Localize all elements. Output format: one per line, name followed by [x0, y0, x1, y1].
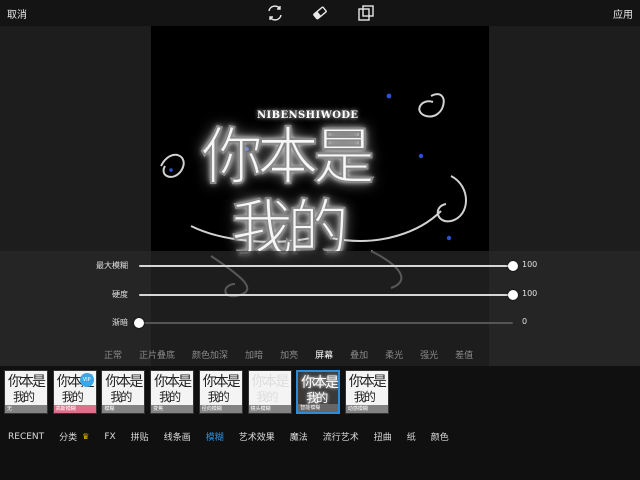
thumbnail-caption: 无: [5, 405, 47, 413]
effect-category-bar: RECENT 分类 ♛ FX 拼贴 线条画 模糊 艺术效果 魔法 流行艺术 扭曲 纸 颜色: [0, 420, 640, 480]
blend-mode-item[interactable]: 柔光: [385, 348, 403, 362]
cancel-button[interactable]: 取消: [7, 6, 27, 21]
blend-mode-list: 正常 正片叠底 颜色加深 加暗 加亮 屏幕 叠加 柔光 强光 差值: [104, 348, 490, 362]
effect-thumbnail[interactable]: 你本是 我的 高斯模糊 VIP: [52, 370, 97, 414]
thumbnail-caption: 智能模糊: [298, 404, 339, 412]
effect-thumbnail[interactable]: 你本是 我的 模糊: [101, 370, 146, 414]
blend-mode-item[interactable]: 加暗: [245, 348, 263, 362]
workspace: NIBENSHIWODE 你本是 我的 最大模糊 100 硬度 100 渐暗 0…: [0, 26, 640, 366]
thumbnail-preview-text: 我的: [159, 390, 181, 404]
slider-track[interactable]: [134, 318, 513, 328]
thumbnail-caption: 变焦: [151, 405, 194, 413]
slider-value: 100: [522, 260, 538, 269]
eraser-icon[interactable]: [311, 4, 329, 22]
thumbnail-preview-text: 我的: [353, 390, 376, 404]
category-list: RECENT 分类 ♛ FX 拼贴 线条画 模糊 艺术效果 魔法 流行艺术 扭曲 纸 颜色: [8, 430, 464, 444]
sparkle-dot: [446, 235, 452, 241]
blend-mode-item[interactable]: 叠加: [350, 348, 368, 362]
blend-mode-item[interactable]: 加亮: [280, 348, 298, 362]
blend-mode-item[interactable]: 差值: [455, 348, 473, 362]
slider-fade: 渐暗 0: [0, 314, 640, 332]
category-tab[interactable]: 扭曲: [374, 430, 392, 443]
effect-thumbnail[interactable]: 你本是 我的 动感模糊: [344, 370, 389, 414]
slider-label: 最大模糊: [96, 261, 128, 270]
effect-thumbnail[interactable]: 你本是 我的 变焦: [150, 370, 195, 414]
thumbnail-preview-text: 我的: [207, 390, 230, 404]
category-tab[interactable]: 分类: [59, 430, 77, 443]
apply-button[interactable]: 应用: [613, 6, 633, 21]
sparkle-dot: [386, 93, 392, 99]
blend-mode-item[interactable]: 正片叠底: [139, 348, 175, 362]
effect-thumbnail[interactable]: 你本是 我的 径向模糊: [198, 370, 243, 414]
category-tab[interactable]: 线条画: [164, 430, 191, 443]
thumbnail-preview-text: 我的: [61, 390, 84, 404]
thumbnail-preview-text: 你本是: [105, 374, 143, 390]
category-tab[interactable]: 拼贴: [131, 430, 149, 443]
crown-icon: ♛: [82, 432, 90, 441]
category-tab[interactable]: 模糊: [206, 430, 224, 443]
thumbnail-preview-text: 你本是: [251, 374, 290, 390]
category-tab[interactable]: 魔法: [290, 430, 308, 443]
slider-hardness: 硬度 100: [0, 286, 640, 304]
thumbnail-preview-text: 我的: [13, 390, 35, 404]
slider-track[interactable]: [139, 290, 518, 300]
slider-label: 渐暗: [112, 318, 128, 327]
category-tab[interactable]: 纸: [407, 430, 416, 443]
slider-track[interactable]: [139, 261, 518, 271]
category-tab[interactable]: 流行艺术: [323, 430, 359, 443]
blend-mode-item[interactable]: 颜色加深: [192, 348, 228, 362]
thumbnail-caption: 镜头模糊: [248, 405, 291, 413]
sparkle-dot: [169, 168, 173, 172]
slider-knob[interactable]: [508, 290, 518, 300]
category-tab[interactable]: RECENT: [8, 432, 44, 442]
slider-value: 0: [522, 317, 528, 326]
vip-badge: VIP: [79, 373, 94, 387]
slider-max-blur: 最大模糊 100: [0, 257, 640, 275]
category-tab[interactable]: FX: [104, 432, 115, 442]
effect-thumbnail[interactable]: 你本是 我的 镜头模糊: [247, 370, 292, 414]
thumbnail-caption: 高斯模糊: [53, 405, 96, 413]
thumbnail-preview-text: 你本是: [8, 374, 46, 390]
thumbnail-preview-text: 你本是: [348, 374, 387, 390]
swap-icon[interactable]: [266, 4, 284, 22]
thumbnail-caption: 径向模糊: [199, 405, 242, 413]
sparkle-dot: [418, 153, 424, 159]
slider-knob[interactable]: [134, 318, 144, 328]
thumbnail-caption: 动感模糊: [345, 405, 388, 413]
blend-mode-item[interactable]: 屏幕: [315, 348, 333, 362]
slider-fill: [139, 294, 513, 296]
blend-mode-item[interactable]: 正常: [104, 348, 122, 362]
category-tab[interactable]: 艺术效果: [239, 430, 275, 443]
thumbnail-preview-text: 我的: [110, 390, 132, 404]
slider-knob[interactable]: [508, 261, 518, 271]
slider-fill: [139, 265, 513, 267]
thumbnail-preview-text: 你本是: [202, 374, 241, 390]
thumbnail-caption: 模糊: [102, 405, 145, 413]
effect-thumbnail[interactable]: 你本是 我的 智能模糊: [296, 370, 341, 414]
thumbnail-preview-text: 你本是: [154, 374, 192, 390]
slider-label: 硬度: [112, 290, 128, 299]
category-tab[interactable]: 颜色: [431, 430, 449, 443]
effect-thumbnail[interactable]: 你本是 我的无: [4, 370, 48, 414]
layers-icon[interactable]: [357, 4, 375, 22]
thumbnail-preview-text: 我的: [256, 390, 279, 404]
thumbnail-preview-text: 你本是: [301, 375, 338, 391]
slider-value: 100: [522, 289, 538, 298]
blur-settings-panel: 最大模糊 100 硬度 100 渐暗 0 正常 正片叠底 颜色加深 加暗 加亮 屏幕 叠加 柔…: [0, 251, 640, 366]
effect-thumbnail-strip: 你本是 我的无你本是 我的 高斯模糊 VIP 你本是 我的 模糊 你本是 我的 变焦 你本是 我的 径向模…: [0, 366, 640, 420]
blend-mode-item[interactable]: 强光: [420, 348, 438, 362]
top-toolbar: 取消 应用: [0, 0, 640, 26]
